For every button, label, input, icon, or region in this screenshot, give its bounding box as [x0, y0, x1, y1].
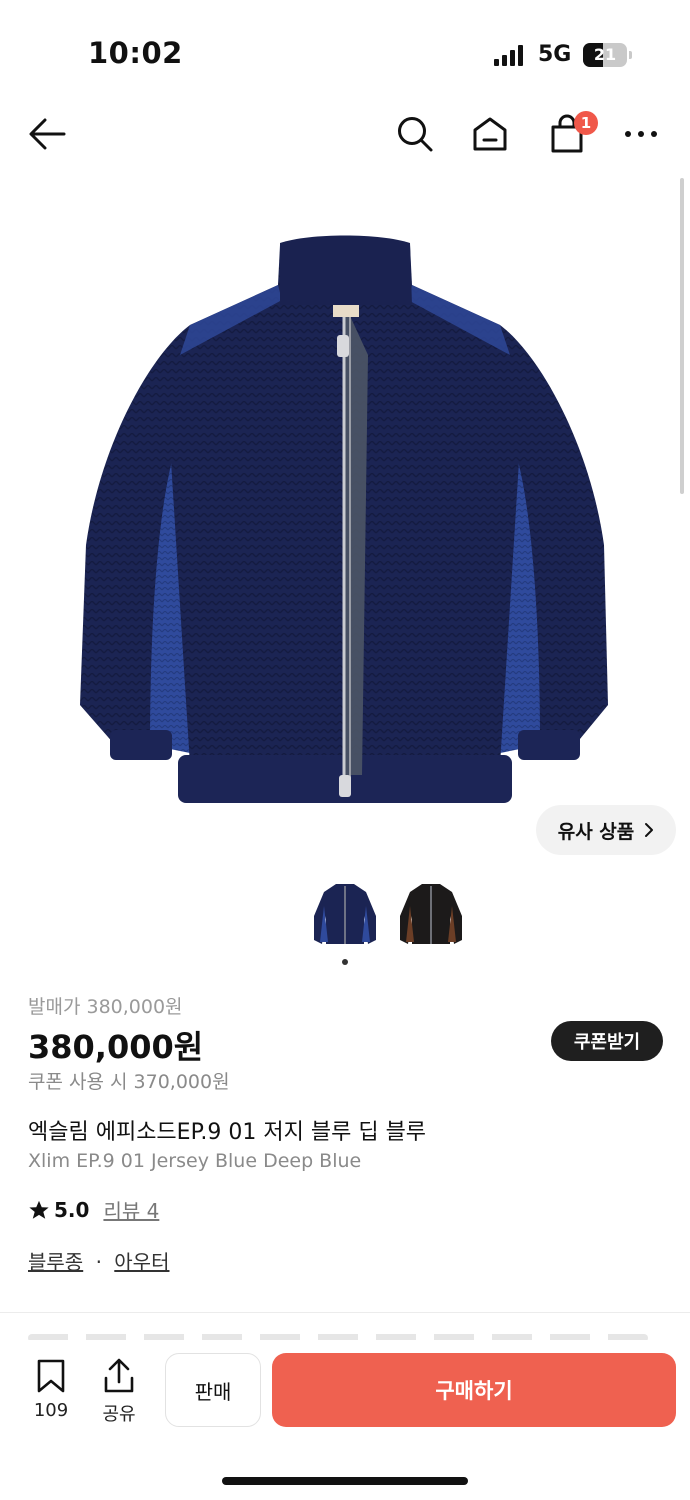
section-divider — [0, 1312, 690, 1313]
similar-products-button[interactable]: 유사 상품 — [536, 805, 676, 855]
star-icon — [29, 1200, 49, 1219]
jacket-image — [80, 235, 608, 803]
share-button[interactable]: 공유 — [89, 1358, 149, 1426]
category-breadcrumb: 블루종 · 아우터 — [28, 1246, 169, 1275]
category-link-blouson[interactable]: 블루종 — [28, 1250, 83, 1274]
more-button[interactable] — [618, 111, 664, 157]
rating-row: 5.0 리뷰 4 — [28, 1195, 159, 1224]
thumbnail-blue[interactable] — [308, 876, 382, 952]
bookmark-count: 109 — [33, 1400, 69, 1421]
product-image[interactable] — [0, 185, 690, 865]
coupon-price: 쿠폰 사용 시 370,000원 — [28, 1071, 230, 1093]
share-label: 공유 — [102, 1404, 136, 1425]
original-price: 발매가 380,000원 — [28, 996, 183, 1018]
buy-button[interactable]: 구매하기 — [272, 1353, 676, 1427]
thumbnail-strip — [308, 876, 478, 956]
category-link-outer[interactable]: 아우터 — [114, 1250, 169, 1274]
category-separator: · — [95, 1250, 102, 1274]
signal-icon — [494, 44, 524, 66]
bookmark-button[interactable]: 109 — [21, 1358, 81, 1421]
rating-score: 5.0 — [54, 1197, 90, 1222]
carousel-dot — [342, 959, 348, 965]
status-time: 10:02 — [88, 36, 183, 70]
home-icon — [473, 117, 507, 151]
back-arrow-icon — [29, 118, 66, 150]
bookmark-icon — [37, 1359, 65, 1393]
scrollbar[interactable] — [680, 178, 684, 494]
sell-button[interactable]: 판매 — [165, 1353, 261, 1427]
sale-price: 380,000원 — [28, 1028, 204, 1066]
network-type: 5G — [538, 42, 572, 67]
review-link[interactable]: 리뷰 4 — [103, 1195, 159, 1224]
battery-tip — [629, 51, 632, 59]
share-icon — [104, 1358, 134, 1393]
home-button[interactable] — [467, 111, 513, 157]
cart-button[interactable]: 1 — [544, 111, 598, 157]
product-title-english: Xlim EP.9 01 Jersey Blue Deep Blue — [28, 1150, 362, 1172]
search-icon — [398, 117, 433, 152]
search-button[interactable] — [392, 111, 438, 157]
battery-icon: 21 — [583, 43, 627, 67]
back-button[interactable] — [24, 111, 70, 157]
home-indicator — [222, 1477, 468, 1485]
cart-count-badge: 1 — [574, 111, 598, 135]
battery-level: 21 — [593, 45, 617, 64]
thumbnail-black[interactable] — [394, 876, 468, 952]
status-bar: 10:02 5G 21 — [0, 0, 690, 100]
chevron-right-icon — [645, 823, 654, 837]
get-coupon-button[interactable]: 쿠폰받기 — [551, 1021, 663, 1061]
more-dots-icon — [625, 131, 657, 137]
similar-products-label: 유사 상품 — [557, 820, 635, 843]
bottom-action-bar: 109 공유 판매 구매하기 — [0, 1340, 690, 1500]
product-title-korean: 엑슬림 에피소드EP.9 01 저지 블루 딥 블루 — [28, 1120, 427, 1145]
top-nav: 1 — [0, 105, 690, 165]
